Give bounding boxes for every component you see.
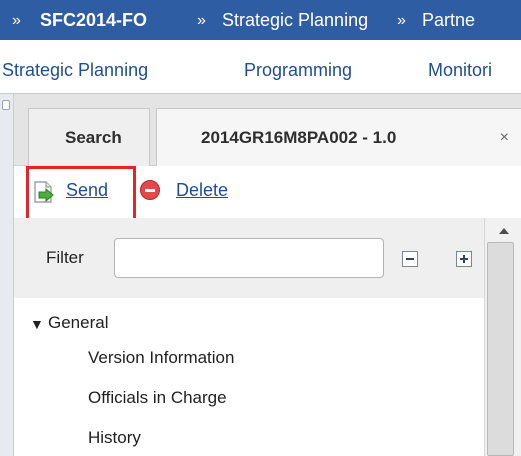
filter-input[interactable] (114, 238, 384, 278)
main-menu: Strategic Planning Programming Monitori (0, 40, 521, 94)
tree-item-version-information[interactable]: Version Information (88, 348, 234, 368)
menu-item-monitoring[interactable]: Monitori (428, 60, 492, 81)
panel-toggle-icon (2, 100, 10, 110)
delete-button[interactable]: Delete (176, 180, 228, 201)
tab-search[interactable]: Search (28, 108, 150, 166)
breadcrumb-separator: » (12, 12, 21, 29)
tree-group-general[interactable]: General (48, 313, 108, 333)
expand-all-icon[interactable] (456, 251, 472, 267)
breadcrumb: » SFC2014-FO » Strategic Planning » Part… (0, 0, 521, 40)
collapse-all-icon[interactable] (402, 251, 418, 267)
tab-search-label: Search (65, 128, 122, 147)
delete-icon (140, 180, 160, 200)
breadcrumb-separator: » (397, 12, 406, 29)
menu-item-programming[interactable]: Programming (244, 60, 352, 81)
breadcrumb-item-sfc2014-fo[interactable]: SFC2014-FO (40, 10, 147, 31)
scrollbar-thumb[interactable] (487, 242, 514, 456)
breadcrumb-item-partner[interactable]: Partne (422, 10, 475, 31)
tab-document[interactable]: 2014GR16M8PA002 - 1.0 × (156, 108, 521, 166)
tree-item-history[interactable]: History (88, 428, 141, 448)
filter-label: Filter (46, 248, 84, 267)
tab-document-label: 2014GR16M8PA002 - 1.0 (201, 128, 397, 147)
highlight-box (26, 166, 136, 222)
tree-item-officials-in-charge[interactable]: Officials in Charge (88, 388, 227, 408)
menu-item-strategic-planning[interactable]: Strategic Planning (2, 60, 148, 81)
breadcrumb-item-strategic-planning[interactable]: Strategic Planning (222, 10, 368, 31)
breadcrumb-separator: » (197, 12, 206, 29)
tree-expanded-icon[interactable]: ▼ (30, 316, 44, 332)
scroll-up-icon[interactable] (499, 228, 509, 234)
close-icon[interactable]: × (500, 129, 509, 147)
collapsed-side-panel[interactable] (0, 94, 14, 456)
tab-strip: Search 2014GR16M8PA002 - 1.0 × (14, 94, 521, 166)
